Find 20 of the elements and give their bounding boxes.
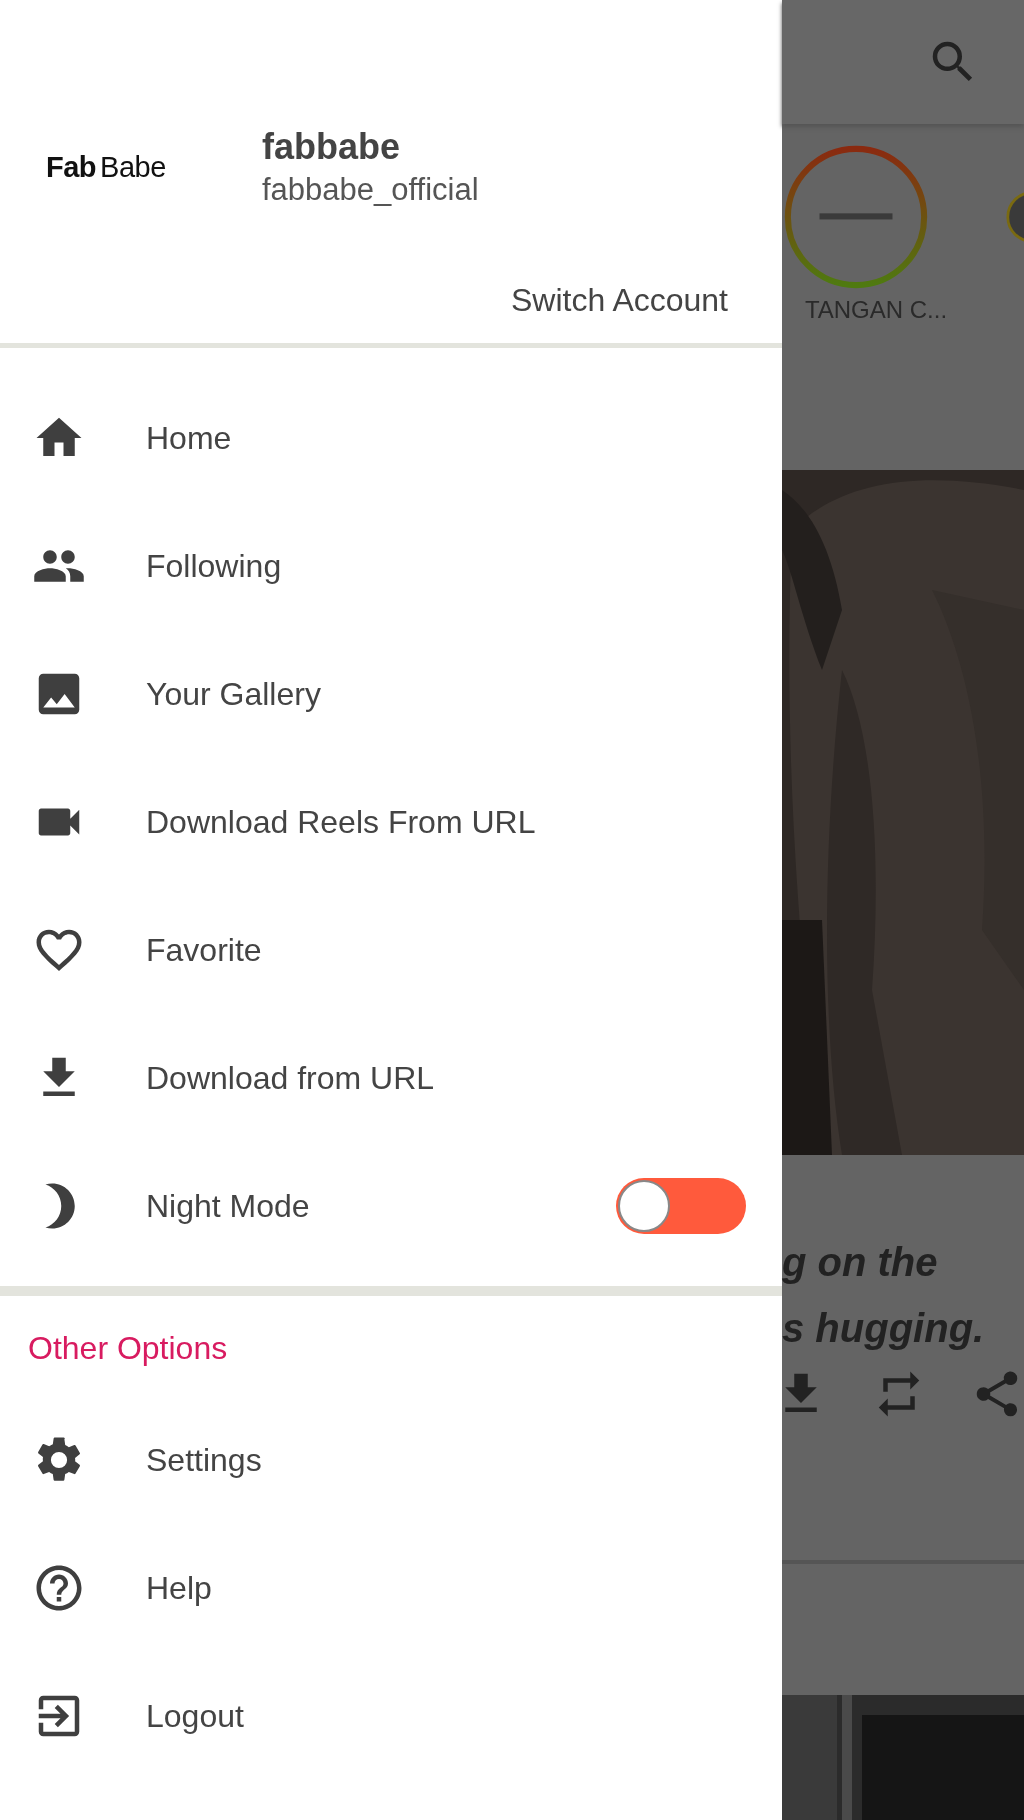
menu-item[interactable]: Download Reels From URL [0, 758, 782, 886]
post-caption: g on the [782, 1239, 938, 1286]
account-name: fabbabe [262, 126, 402, 168]
story-avatar[interactable] [783, 144, 929, 290]
menu-item[interactable]: Settings [0, 1396, 782, 1524]
menu-item[interactable]: Your Gallery [0, 630, 782, 758]
menu-item[interactable]: Night Mode [0, 1142, 782, 1270]
menu-item[interactable]: Download from URL [0, 1014, 782, 1142]
switch-account-link[interactable]: Switch Account [511, 282, 728, 319]
account-handle: fabbabe_official [262, 172, 479, 208]
story-label: TANGAN C... [804, 296, 948, 324]
menu-item[interactable]: Home [0, 374, 782, 502]
menu-item[interactable]: Favorite [0, 886, 782, 1014]
night-mode-switch[interactable] [616, 1178, 746, 1234]
menu-item[interactable]: Logout [0, 1652, 782, 1780]
menu-item[interactable]: Following [0, 502, 782, 630]
menu-item[interactable]: Help [0, 1524, 782, 1652]
section-title: Other Options [27, 1329, 229, 1367]
post-caption: s hugging. [782, 1305, 985, 1352]
brand-logo: Fab Babe [45, 150, 167, 184]
